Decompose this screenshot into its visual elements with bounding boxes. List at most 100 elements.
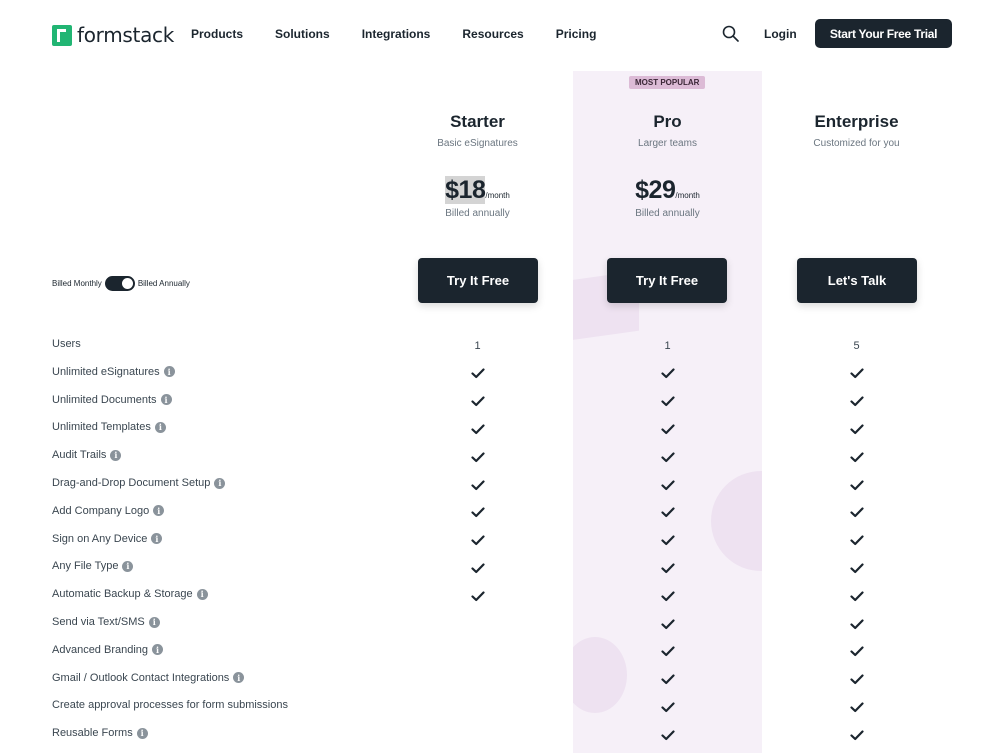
- check-icon: [573, 447, 762, 467]
- info-icon[interactable]: i: [196, 588, 208, 600]
- feature-label: Users: [52, 338, 81, 350]
- info-icon[interactable]: i: [136, 727, 148, 739]
- feature-row: Automatic Backup & Storage i: [0, 586, 994, 606]
- feature-label: Sign on Any Device i: [52, 533, 163, 545]
- check-icon: [573, 531, 762, 551]
- feature-row: Unlimited Documents i: [0, 392, 994, 412]
- check-icon: [383, 531, 572, 551]
- info-icon[interactable]: i: [122, 560, 134, 572]
- check-icon: [383, 419, 572, 439]
- feature-label: Any File Type i: [52, 560, 134, 573]
- info-icon[interactable]: i: [110, 449, 122, 461]
- starter-value: [383, 697, 572, 717]
- pro-try-free-button[interactable]: Try It Free: [607, 258, 727, 303]
- check-icon: [762, 558, 951, 578]
- starter-try-free-button[interactable]: Try It Free: [418, 258, 538, 303]
- feature-name: Reusable Forms: [52, 727, 133, 740]
- feature-label: Send via Text/SMS i: [52, 616, 160, 628]
- formstack-logo-icon: [52, 24, 72, 46]
- billing-switch[interactable]: [104, 276, 135, 291]
- info-icon[interactable]: i: [160, 394, 172, 406]
- plan-subtitle: Larger teams: [638, 138, 697, 149]
- plan-subtitle: Customized for you: [813, 138, 900, 149]
- check-icon: [573, 642, 762, 662]
- feature-label: Drag-and-Drop Document Setup i: [52, 477, 226, 489]
- start-free-trial-button[interactable]: Start Your Free Trial: [815, 19, 952, 48]
- nav-products[interactable]: Products: [191, 27, 243, 41]
- check-icon: [573, 392, 762, 412]
- main-nav: Products Solutions Integrations Resource…: [191, 27, 628, 41]
- check-icon: [762, 614, 951, 634]
- feature-label: Unlimited Documents i: [52, 394, 172, 406]
- check-icon: [762, 364, 951, 384]
- formstack-logo[interactable]: formstack: [52, 23, 174, 47]
- feature-name: Create approval processes for form submi…: [52, 699, 288, 712]
- check-icon: [573, 503, 762, 523]
- feature-label: Reusable Forms i: [52, 727, 148, 739]
- check-icon: [762, 475, 951, 495]
- feature-row: Audit Trails i: [0, 447, 994, 467]
- plan-enterprise-heading: Enterprise Customized for you: [762, 112, 951, 149]
- nav-integrations[interactable]: Integrations: [362, 27, 431, 41]
- check-icon: [383, 586, 572, 606]
- check-icon: [383, 364, 572, 384]
- feature-row: Drag-and-Drop Document Setup i: [0, 475, 994, 495]
- info-icon[interactable]: i: [214, 477, 226, 489]
- feature-row: Add Company Logo i: [0, 503, 994, 523]
- feature-row: Unlimited eSignatures i: [0, 364, 994, 384]
- info-icon[interactable]: i: [233, 672, 245, 684]
- feature-row: Unlimited Templates i: [0, 419, 994, 439]
- check-icon: [573, 558, 762, 578]
- feature-label: Add Company Logo i: [52, 504, 165, 517]
- info-icon[interactable]: i: [148, 616, 160, 628]
- switch-knob: [121, 278, 133, 289]
- feature-label: Advanced Branding i: [52, 644, 164, 656]
- check-icon: [573, 725, 762, 745]
- starter-value: [383, 670, 572, 690]
- info-icon[interactable]: i: [154, 421, 166, 433]
- feature-name: Any File Type: [52, 560, 119, 573]
- info-icon[interactable]: i: [151, 533, 163, 545]
- info-icon[interactable]: i: [163, 366, 175, 378]
- feature-label: Audit Trails i: [52, 449, 122, 461]
- check-icon: [762, 503, 951, 523]
- logo-text: formstack: [77, 23, 175, 47]
- check-icon: [762, 586, 951, 606]
- feature-name: Unlimited Templates: [52, 421, 151, 434]
- check-icon: [762, 419, 951, 439]
- check-icon: [383, 503, 572, 523]
- feature-name: Send via Text/SMS: [52, 616, 145, 628]
- feature-name: Gmail / Outlook Contact Integrations: [52, 671, 230, 684]
- check-icon: [573, 364, 762, 384]
- enterprise-value: 5: [853, 340, 860, 352]
- billing-note: Billed annually: [445, 208, 510, 219]
- check-icon: [762, 392, 951, 412]
- check-icon: [762, 697, 951, 717]
- plan-starter-price: $18/month Billed annually: [383, 176, 572, 219]
- starter-value: 1: [474, 340, 481, 352]
- price-period: /month: [485, 191, 510, 200]
- check-icon: [573, 586, 762, 606]
- nav-pricing[interactable]: Pricing: [556, 27, 597, 41]
- feature-label: Unlimited eSignatures i: [52, 366, 175, 378]
- billed-monthly-label[interactable]: Billed Monthly: [52, 279, 102, 288]
- check-icon: [573, 670, 762, 690]
- check-icon: [762, 725, 951, 745]
- feature-row: Gmail / Outlook Contact Integrations i: [0, 670, 994, 690]
- nav-resources[interactable]: Resources: [462, 27, 523, 41]
- login-link[interactable]: Login: [764, 27, 797, 41]
- search-icon[interactable]: [722, 25, 739, 42]
- feature-row: Reusable Forms i: [0, 725, 994, 745]
- price-amount: $29: [635, 176, 676, 204]
- billed-annually-label[interactable]: Billed Annually: [138, 279, 190, 288]
- info-icon[interactable]: i: [153, 505, 165, 517]
- check-icon: [383, 475, 572, 495]
- check-icon: [762, 531, 951, 551]
- starter-value: [383, 642, 572, 662]
- nav-solutions[interactable]: Solutions: [275, 27, 330, 41]
- enterprise-lets-talk-button[interactable]: Let's Talk: [797, 258, 917, 303]
- plan-pro-heading: Pro Larger teams: [573, 112, 762, 149]
- info-icon[interactable]: i: [152, 644, 164, 656]
- check-icon: [573, 475, 762, 495]
- feature-name: Add Company Logo: [52, 504, 150, 517]
